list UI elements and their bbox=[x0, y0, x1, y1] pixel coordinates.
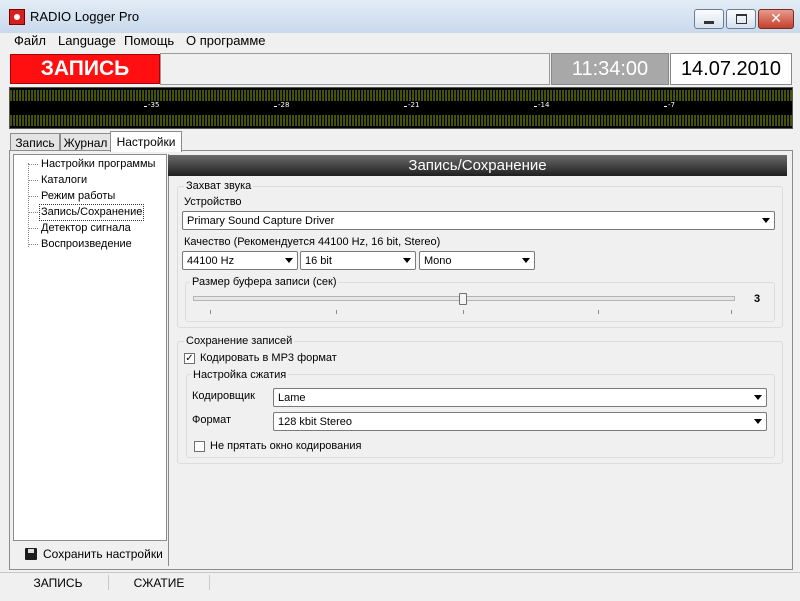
bit-depth-value: 16 bit bbox=[305, 254, 332, 267]
sample-rate-select[interactable]: 44100 Hz bbox=[182, 251, 298, 270]
channels-value: Mono bbox=[424, 254, 452, 267]
chevron-down-icon bbox=[522, 258, 530, 263]
meter-tick: -14 bbox=[533, 101, 550, 109]
tree-connector bbox=[28, 228, 38, 229]
save-settings-label: Сохранить настройки bbox=[43, 546, 163, 561]
sample-rate-value: 44100 Hz bbox=[187, 254, 235, 267]
meter-tick: -7 bbox=[664, 101, 675, 109]
tree-connector bbox=[28, 164, 38, 165]
floppy-disk-icon bbox=[25, 547, 37, 560]
meter-tick: -21 bbox=[403, 101, 420, 109]
encoder-value: Lame bbox=[278, 391, 306, 404]
compression-group-title: Настройка сжатия bbox=[191, 369, 289, 381]
format-value: 128 kbit Stereo bbox=[278, 415, 352, 428]
chevron-down-icon bbox=[403, 258, 411, 263]
save-group-title: Сохранение записей bbox=[184, 335, 295, 347]
tree-item-signal-detector[interactable]: Детектор сигнала bbox=[40, 221, 132, 236]
level-meter: -35 -28 -21 -14 -7 bbox=[9, 87, 793, 129]
format-select[interactable]: 128 kbit Stereo bbox=[273, 412, 767, 431]
buffer-value: 3 bbox=[754, 293, 761, 305]
meter-tick: -28 bbox=[273, 101, 290, 109]
checkmark-icon: ✓ bbox=[185, 352, 194, 364]
device-label: Устройство bbox=[184, 196, 242, 208]
device-select[interactable]: Primary Sound Capture Driver bbox=[182, 211, 775, 230]
slider-tick bbox=[210, 310, 211, 314]
bit-depth-select[interactable]: 16 bit bbox=[300, 251, 416, 270]
slider-tick bbox=[731, 310, 732, 314]
record-button[interactable]: ЗАПИСЬ bbox=[10, 54, 160, 84]
statusbar-record: ЗАПИСЬ bbox=[8, 575, 109, 590]
tab-settings[interactable]: Настройки bbox=[110, 131, 182, 152]
window-title: RADIO Logger Pro bbox=[30, 9, 140, 24]
buffer-label: Размер буфера записи (сек) bbox=[190, 276, 339, 288]
menu-language[interactable]: Language bbox=[55, 33, 119, 49]
minimize-icon bbox=[704, 21, 714, 24]
encoder-select[interactable]: Lame bbox=[273, 388, 767, 407]
hide-window-label: Не прятать окно кодирования bbox=[210, 440, 362, 452]
format-label: Формат bbox=[192, 414, 232, 426]
slider-tick bbox=[336, 310, 337, 314]
meter-right-channel bbox=[10, 115, 792, 126]
chevron-down-icon bbox=[754, 395, 762, 400]
slider-tick bbox=[598, 310, 599, 314]
date-display: 14.07.2010 bbox=[670, 53, 792, 85]
encoder-label: Кодировщик bbox=[192, 390, 255, 402]
meter-left-channel bbox=[10, 90, 792, 101]
channels-select[interactable]: Mono bbox=[419, 251, 535, 270]
close-button[interactable]: ✕ bbox=[758, 9, 794, 29]
slider-tick bbox=[463, 310, 464, 314]
minimize-button[interactable] bbox=[694, 9, 724, 29]
mp3-checkbox[interactable]: ✓ bbox=[184, 353, 195, 364]
tree-connector bbox=[28, 244, 38, 245]
tree-connector bbox=[28, 196, 38, 197]
save-settings-button[interactable]: Сохранить настройки bbox=[13, 541, 165, 566]
tree-item-catalogs[interactable]: Каталоги bbox=[40, 173, 88, 188]
maximize-button[interactable] bbox=[726, 9, 756, 29]
tab-journal[interactable]: Журнал bbox=[60, 133, 111, 151]
device-select-value: Primary Sound Capture Driver bbox=[187, 214, 335, 227]
menu-bar: Файл Language Помощь О программе bbox=[0, 33, 800, 49]
capture-group-title: Захват звука bbox=[184, 180, 254, 192]
meter-tick: -35 bbox=[143, 101, 160, 109]
tab-record[interactable]: Запись bbox=[10, 133, 60, 151]
chevron-down-icon bbox=[754, 419, 762, 424]
tree-item-record-save[interactable]: Запись/Сохранение bbox=[38, 204, 145, 221]
tree-item-work-mode[interactable]: Режим работы bbox=[40, 189, 116, 204]
buffer-group bbox=[185, 282, 775, 322]
menu-about[interactable]: О программе bbox=[183, 33, 269, 49]
chevron-down-icon bbox=[762, 218, 770, 223]
tree-item-program-settings[interactable]: Настройки программы bbox=[40, 157, 156, 172]
status-message-field bbox=[160, 53, 550, 85]
maximize-icon bbox=[735, 14, 747, 24]
close-icon: ✕ bbox=[770, 11, 782, 27]
menu-help[interactable]: Помощь bbox=[121, 33, 177, 49]
settings-tree: Настройки программы Каталоги Режим работ… bbox=[13, 154, 167, 541]
tree-connector bbox=[28, 212, 38, 213]
app-icon bbox=[9, 9, 25, 25]
statusbar-compression: СЖАТИЕ bbox=[109, 575, 210, 590]
tree-item-playback[interactable]: Воспроизведение bbox=[40, 237, 133, 252]
hide-window-checkbox[interactable] bbox=[194, 441, 205, 452]
section-header: Запись/Сохранение bbox=[168, 155, 787, 176]
chevron-down-icon bbox=[285, 258, 293, 263]
time-display: 11:34:00 bbox=[551, 53, 669, 85]
mp3-label: Кодировать в MP3 формат bbox=[200, 352, 337, 364]
tree-connector bbox=[28, 163, 29, 247]
meter-scale: -35 -28 -21 -14 -7 bbox=[10, 101, 792, 115]
quality-label: Качество (Рекомендуется 44100 Hz, 16 bit… bbox=[184, 236, 441, 248]
tree-connector bbox=[28, 180, 38, 181]
buffer-slider-thumb[interactable] bbox=[459, 293, 467, 305]
menu-file[interactable]: Файл bbox=[11, 33, 49, 49]
